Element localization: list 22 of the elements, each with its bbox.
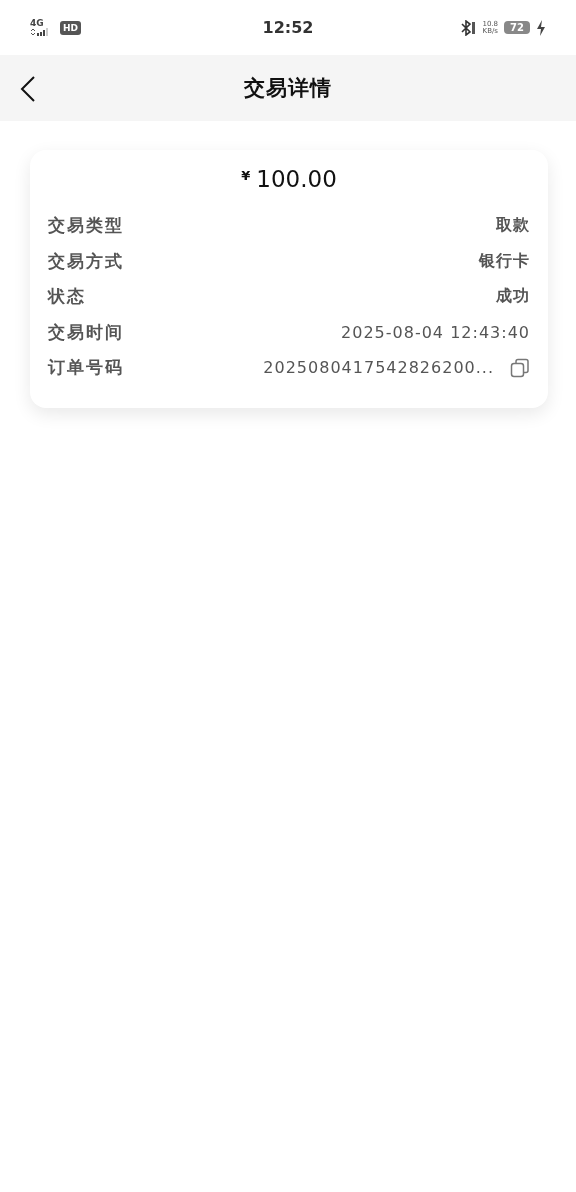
page-title: 交易详情 [244,75,332,102]
charging-icon [536,19,546,36]
detail-label: 状态 [48,285,86,309]
hd-badge: HD [60,20,81,35]
signal-icon [30,28,50,36]
detail-value: 取款 [496,215,530,237]
status-time: 12:52 [261,18,315,37]
detail-value: 成功 [496,286,530,308]
detail-value: 2025080417542826200... [263,358,494,378]
amount: 100.00 [256,166,337,192]
battery-level: 72 [504,21,530,34]
back-icon[interactable] [18,75,38,103]
detail-value: 2025-08-04 12:43:40 [341,322,530,342]
network-label: 4G [30,19,44,28]
currency-symbol: ¥ [241,168,251,183]
copy-icon[interactable] [510,357,530,378]
detail-label: 交易类型 [48,214,124,238]
detail-value: 银行卡 [479,250,530,272]
detail-label: 订单号码 [48,356,124,380]
detail-label: 交易时间 [48,320,124,344]
bluetooth-icon [460,19,477,36]
detail-label: 交易方式 [48,249,124,273]
